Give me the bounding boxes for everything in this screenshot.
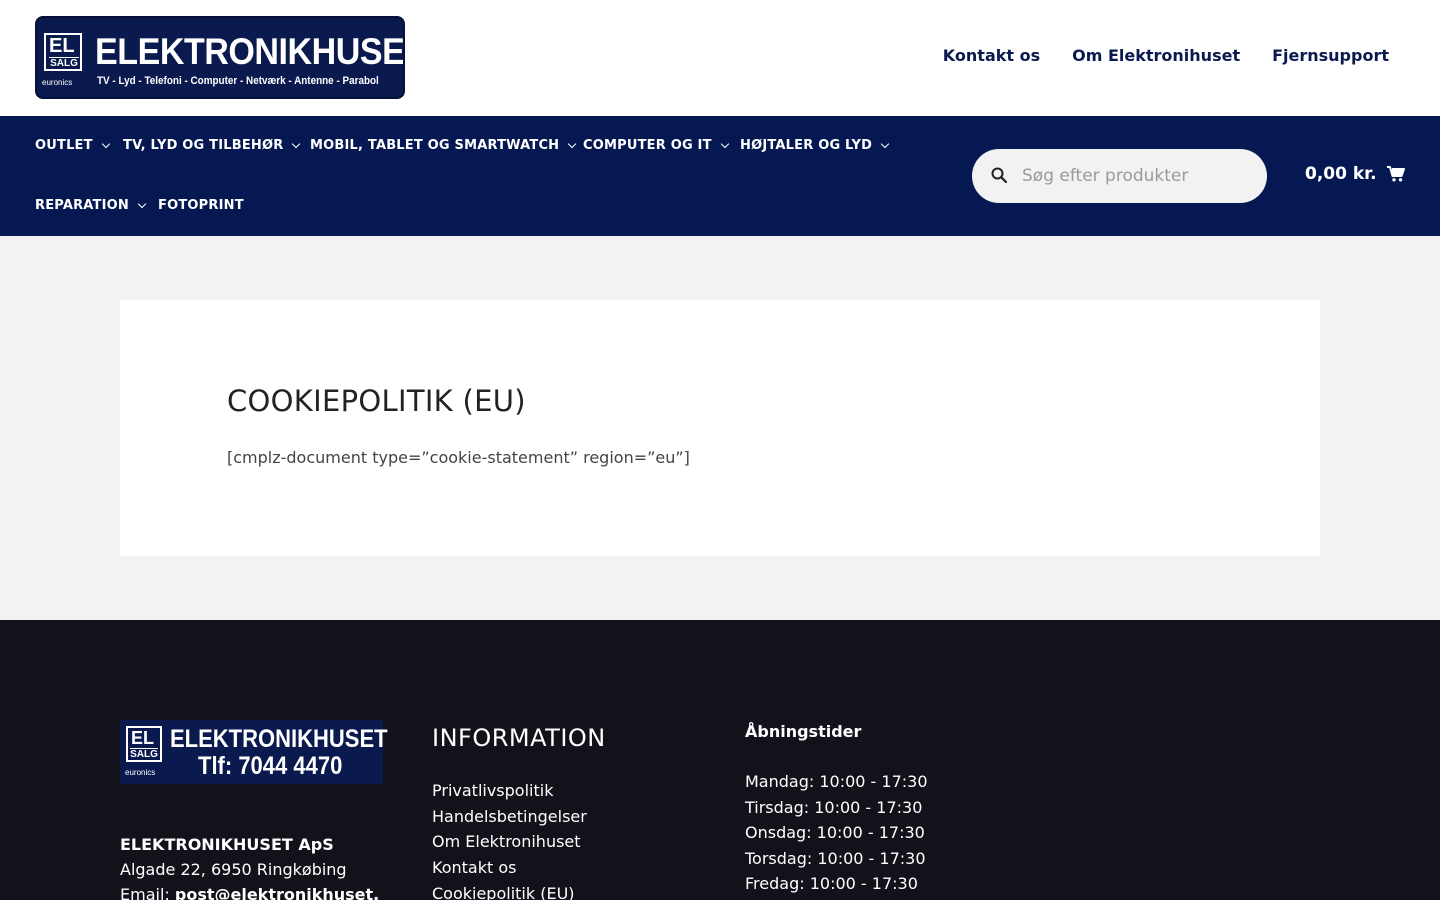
top-link-om[interactable]: Om Elektronihuset (1072, 46, 1240, 65)
badge-top-text: EL (49, 35, 75, 57)
page-title: COOKIEPOLITIK (EU) (227, 384, 526, 418)
hours-row: Mandag: 10:00 - 17:30 (745, 772, 928, 791)
hours-row: Onsdag: 10:00 - 17:30 (745, 823, 925, 842)
company-address: Algade 22, 6950 Ringkøbing (120, 860, 347, 879)
nav-label: COMPUTER OG IT (583, 138, 712, 153)
site-header: EL SALG euronics ELEKTRONIKHUSET TV - Ly… (0, 0, 1440, 116)
footer-logo-name: ELEKTRONIKHUSET (170, 725, 388, 753)
nav-item-mobil[interactable]: MOBIL, TABLET OG SMARTWATCH (310, 138, 577, 153)
nav-label: MOBIL, TABLET OG SMARTWATCH (310, 138, 560, 153)
hours-row: Fredag: 10:00 - 17:30 (745, 874, 918, 893)
el-salg-badge: EL SALG (126, 726, 162, 762)
nav-label: REPARATION (35, 198, 129, 213)
hours-row: Tirsdag: 10:00 - 17:30 (745, 797, 923, 817)
top-link-kontakt[interactable]: Kontakt os (943, 46, 1040, 65)
chevron-down-icon (101, 139, 110, 148)
product-search[interactable] (972, 149, 1267, 203)
badge-bottom-text: SALG (130, 748, 158, 760)
nav-item-hojtaler[interactable]: HØJTALER OG LYD (740, 138, 890, 153)
company-email-row: Email: post@elektronikhuset. (120, 882, 379, 900)
search-input[interactable] (1022, 159, 1252, 193)
chevron-down-icon (880, 139, 890, 148)
chevron-down-icon (568, 139, 577, 148)
page-body: [cmplz-document type=”cookie-statement” … (227, 448, 690, 467)
el-salg-badge: EL SALG (44, 33, 82, 71)
footer-logo-phone: Tlf: 7044 4470 (198, 752, 343, 780)
euronics-text: euronics (42, 78, 73, 87)
hours-row: Torsdag: 10:00 - 17:30 (745, 848, 926, 868)
cart-count-badge: 0 (1305, 164, 1317, 184)
nav-label: FOTOPRINT (158, 198, 244, 213)
chevron-down-icon (292, 139, 301, 148)
footer-link-kontakt[interactable]: Kontakt os (432, 855, 606, 881)
content-card: COOKIEPOLITIK (EU) [cmplz-document type=… (120, 300, 1320, 556)
euronics-text: euronics (125, 768, 156, 777)
footer-link-privatlivspolitik[interactable]: Privatlivspolitik (432, 778, 606, 804)
nav-label: OUTLET (35, 138, 93, 153)
chevron-down-icon (137, 199, 147, 208)
cart-button[interactable]: 0,00 kr. (1305, 164, 1405, 184)
nav-item-tv-lyd[interactable]: TV, LYD OG TILBEHØR (123, 138, 301, 153)
nav-item-reparation[interactable]: REPARATION (35, 198, 147, 213)
badge-top-text: EL (131, 728, 155, 748)
nav-item-fotoprint[interactable]: FOTOPRINT (158, 198, 244, 213)
hours-heading: Åbningstider (745, 722, 862, 741)
chevron-down-icon (720, 139, 729, 148)
logo-tagline: TV - Lyd - Telefoni - Computer - Netværk… (97, 75, 379, 87)
footer-link-cookiepolitik[interactable]: Cookiepolitik (EU) (432, 881, 606, 900)
badge-bottom-text: SALG (49, 57, 79, 69)
company-info: ELEKTRONIKHUSET ApS Algade 22, 6950 Ring… (120, 832, 379, 900)
search-icon[interactable] (991, 167, 1007, 183)
cart-icon (1386, 166, 1405, 182)
opening-hours: Åbningstider Mandag: 10:00 - 17:30 Tirsd… (745, 722, 928, 897)
nav-label: TV, LYD OG TILBEHØR (123, 138, 284, 153)
information-heading: INFORMATION (432, 724, 606, 752)
site-logo[interactable]: EL SALG euronics ELEKTRONIKHUSET TV - Ly… (35, 16, 405, 99)
nav-item-computer[interactable]: COMPUTER OG IT (583, 138, 729, 153)
footer-link-handelsbetingelser[interactable]: Handelsbetingelser (432, 804, 606, 830)
footer-information: INFORMATION Privatlivspolitik Handelsbet… (432, 724, 606, 900)
logo-name: ELEKTRONIKHUSET (95, 31, 405, 72)
company-name: ELEKTRONIKHUSET ApS (120, 835, 334, 854)
top-links: Kontakt os Om Elektronihuset Fjernsuppor… (943, 46, 1389, 65)
email-label: Email: (120, 885, 170, 900)
footer-link-om[interactable]: Om Elektronihuset (432, 829, 606, 855)
site-footer: EL SALG euronics ELEKTRONIKHUSET Tlf: 70… (0, 620, 1440, 900)
email-link[interactable]: post@elektronikhuset. (175, 885, 379, 900)
top-link-fjernsupport[interactable]: Fjernsupport (1272, 46, 1389, 65)
nav-item-outlet[interactable]: OUTLET (35, 138, 110, 153)
nav-label: HØJTALER OG LYD (740, 138, 873, 153)
footer-logo: EL SALG euronics ELEKTRONIKHUSET Tlf: 70… (120, 720, 388, 784)
